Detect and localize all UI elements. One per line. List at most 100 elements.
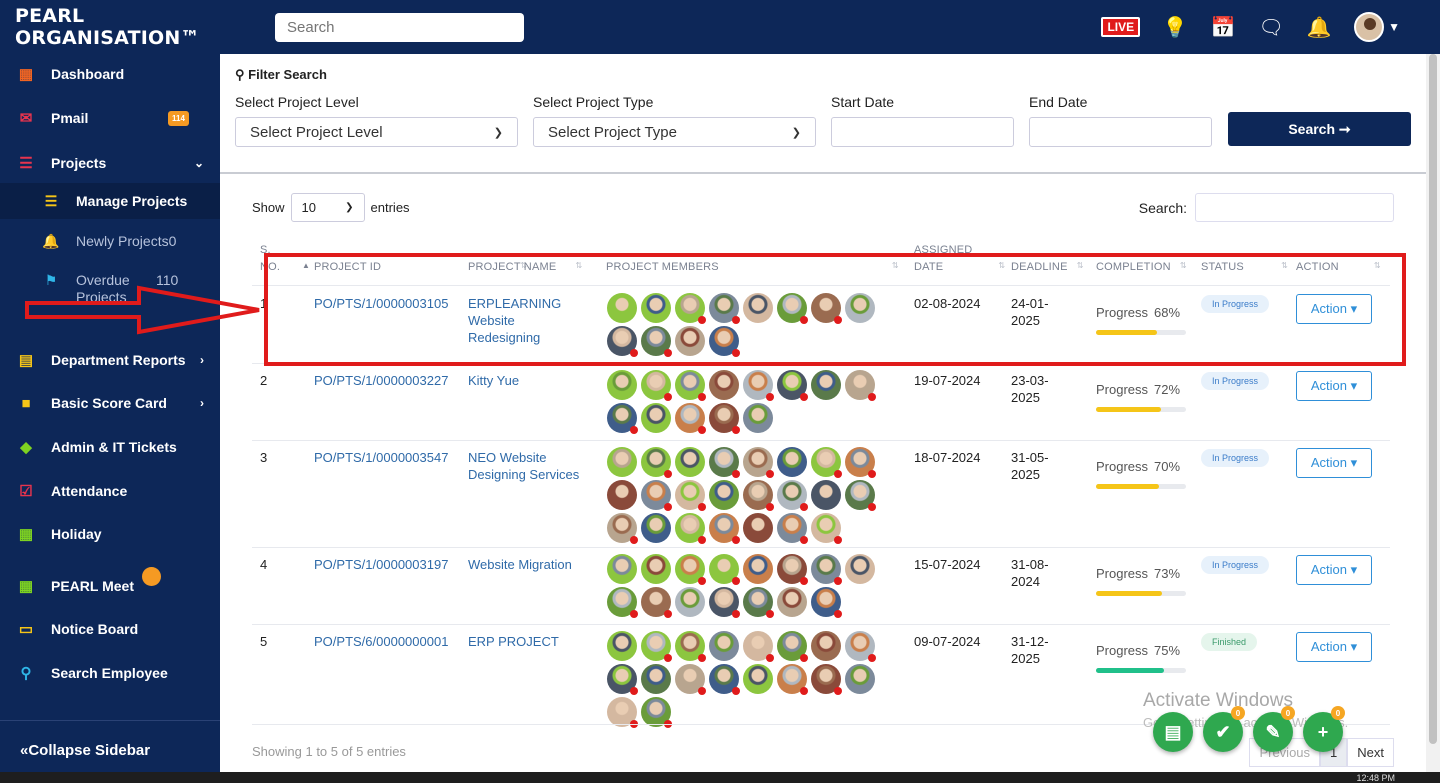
member-avatar[interactable] xyxy=(743,554,773,584)
project-name-link[interactable]: Kitty Yue xyxy=(468,372,588,389)
member-avatar[interactable] xyxy=(675,664,706,695)
member-avatar[interactable] xyxy=(607,513,638,544)
member-avatar[interactable] xyxy=(811,447,842,478)
member-avatar[interactable] xyxy=(845,480,876,511)
entries-select[interactable]: 10 ❯ xyxy=(290,193,365,222)
live-badge[interactable]: LIVE xyxy=(1101,17,1141,37)
member-avatar[interactable] xyxy=(641,403,671,433)
member-avatar[interactable] xyxy=(675,447,705,477)
member-avatar[interactable] xyxy=(743,480,774,511)
sidebar-item-basic-score-card[interactable]: ■ Basic Score Card › xyxy=(0,383,220,423)
member-avatar[interactable] xyxy=(811,370,841,400)
member-avatar[interactable] xyxy=(607,587,638,618)
member-avatar[interactable] xyxy=(607,403,638,434)
collapse-sidebar-button[interactable]: «Collapse Sidebar xyxy=(20,742,150,759)
user-menu[interactable]: ▼ xyxy=(1354,12,1400,42)
member-avatar[interactable] xyxy=(641,370,672,401)
member-avatar[interactable] xyxy=(845,554,875,584)
scrollbar-thumb[interactable] xyxy=(1429,54,1437,744)
member-avatar[interactable] xyxy=(743,403,773,433)
sidebar-item-attendance[interactable]: ☑ Attendance xyxy=(0,471,220,511)
sidebar-item-admin-it-tickets[interactable]: ◆ Admin & IT Tickets xyxy=(0,427,220,467)
member-avatar[interactable] xyxy=(607,370,637,400)
sidebar-item-newly-projects[interactable]: 🔔 Newly Projects 0 xyxy=(0,223,220,259)
member-avatar[interactable] xyxy=(845,447,876,478)
member-avatar[interactable] xyxy=(845,664,875,694)
sidebar-item-pearl-meet[interactable]: ▦ PEARL Meet xyxy=(0,566,220,606)
member-avatar[interactable] xyxy=(777,513,808,544)
member-avatar[interactable] xyxy=(675,403,706,434)
sidebar-item-department-reports[interactable]: ▤ Department Reports › xyxy=(0,340,220,380)
member-avatar[interactable] xyxy=(743,631,774,662)
member-avatar[interactable] xyxy=(709,370,739,400)
member-avatar[interactable] xyxy=(709,587,740,618)
chat-fab-button[interactable]: ▤ xyxy=(1153,712,1193,752)
member-avatar[interactable] xyxy=(709,480,739,510)
member-avatar[interactable] xyxy=(811,664,842,695)
sidebar-item-notice-board[interactable]: ▭ Notice Board xyxy=(0,609,220,649)
member-avatar[interactable] xyxy=(709,664,740,695)
project-id-link[interactable]: PO/PTS/1/0000003227 xyxy=(314,372,448,389)
user-avatar[interactable] xyxy=(1354,12,1385,42)
project-name-link[interactable]: Website Migration xyxy=(468,556,588,573)
member-avatar[interactable] xyxy=(743,587,774,618)
table-search-input[interactable] xyxy=(1195,193,1394,222)
member-avatar[interactable] xyxy=(607,480,637,510)
calendar-icon[interactable]: 📅 xyxy=(1210,15,1236,40)
member-avatar[interactable] xyxy=(607,554,637,584)
member-avatar[interactable] xyxy=(607,447,637,477)
member-avatar[interactable] xyxy=(607,664,638,695)
member-avatar[interactable] xyxy=(641,697,672,728)
member-avatar[interactable] xyxy=(743,447,774,478)
member-avatar[interactable] xyxy=(641,447,672,478)
sidebar-item-projects[interactable]: ☰ Projects ⌄ xyxy=(0,143,220,183)
notification-bell-icon[interactable]: 🔔 xyxy=(1306,15,1332,40)
member-avatar[interactable] xyxy=(675,480,706,511)
member-avatar[interactable] xyxy=(641,631,672,662)
member-avatar[interactable] xyxy=(777,447,807,477)
filter-search-button[interactable]: Search ➞ xyxy=(1228,112,1411,146)
member-avatar[interactable] xyxy=(777,664,808,695)
member-avatar[interactable] xyxy=(845,370,876,401)
member-avatar[interactable] xyxy=(675,370,706,401)
page-scrollbar[interactable] xyxy=(1426,54,1440,772)
member-avatar[interactable] xyxy=(709,513,740,544)
member-avatar[interactable] xyxy=(607,697,638,728)
member-avatar[interactable] xyxy=(709,447,740,478)
sidebar-item-pmail[interactable]: ✉ Pmail 114 xyxy=(0,98,220,138)
action-dropdown-button[interactable]: Action ▾ xyxy=(1296,555,1372,585)
member-avatar[interactable] xyxy=(743,370,774,401)
chevron-down-icon[interactable]: ▼ xyxy=(1388,20,1400,34)
sidebar-item-holiday[interactable]: ▦ Holiday xyxy=(0,514,220,554)
tasks-fab-button[interactable]: ✔ 0 xyxy=(1203,706,1245,752)
chat-icon[interactable]: 🗨 xyxy=(1258,15,1284,40)
member-avatar[interactable] xyxy=(811,631,841,661)
project-name-link[interactable]: ERP PROJECT xyxy=(468,633,588,650)
project-id-link[interactable]: PO/PTS/6/0000000001 xyxy=(314,633,448,650)
start-date-input[interactable] xyxy=(831,117,1014,147)
edit-fab-button[interactable]: ✎ 0 xyxy=(1253,706,1295,752)
sidebar-item-dashboard[interactable]: ▦ Dashboard xyxy=(0,54,220,94)
sidebar-item-search-employee[interactable]: ⚲ Search Employee xyxy=(0,653,220,693)
member-avatar[interactable] xyxy=(777,587,807,617)
member-avatar[interactable] xyxy=(641,554,671,584)
member-avatar[interactable] xyxy=(743,513,773,543)
member-avatar[interactable] xyxy=(811,513,842,544)
member-avatar[interactable] xyxy=(777,480,808,511)
member-avatar[interactable] xyxy=(675,587,705,617)
member-avatar[interactable] xyxy=(709,631,739,661)
pagination-next[interactable]: Next xyxy=(1347,738,1394,767)
project-id-link[interactable]: PO/PTS/1/0000003197 xyxy=(314,556,448,573)
project-id-link[interactable]: PO/PTS/1/0000003547 xyxy=(314,449,448,466)
sidebar-item-manage-projects[interactable]: ☰ Manage Projects xyxy=(0,183,220,219)
action-dropdown-button[interactable]: Action ▾ xyxy=(1296,448,1372,478)
member-avatar[interactable] xyxy=(607,631,637,661)
member-avatar[interactable] xyxy=(641,664,671,694)
member-avatar[interactable] xyxy=(675,631,706,662)
member-avatar[interactable] xyxy=(641,513,671,543)
project-type-select[interactable]: Select Project Type ❯ xyxy=(533,117,816,147)
member-avatar[interactable] xyxy=(675,513,706,544)
action-dropdown-button[interactable]: Action ▾ xyxy=(1296,632,1372,662)
add-fab-button[interactable]: +0 xyxy=(1303,706,1345,752)
member-avatar[interactable] xyxy=(641,587,672,618)
